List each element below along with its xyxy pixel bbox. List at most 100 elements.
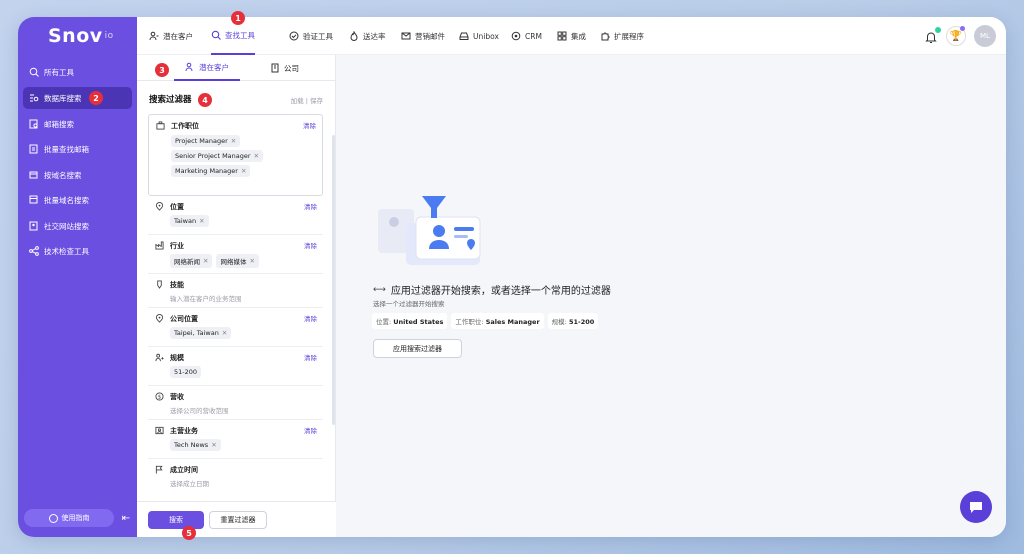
tab-crm[interactable]: CRM [511, 17, 542, 55]
remove-chip-icon[interactable]: ✕ [222, 329, 227, 337]
tab-integrations[interactable]: 集成 [557, 17, 586, 55]
filter-location[interactable]: 位置 清除 Taiwan ✕ [148, 196, 323, 235]
clear-button[interactable]: 清除 [304, 240, 317, 250]
top-right-tools: 🏆 ML [924, 25, 996, 47]
clear-button[interactable]: 清除 [304, 352, 317, 362]
pencil-icon [155, 280, 164, 289]
trophy-icon[interactable]: 🏆 [946, 26, 966, 46]
tab-unibox[interactable]: Unibox [459, 17, 499, 55]
sidebar-item-domain-search[interactable]: 按域名搜索 [23, 164, 132, 186]
remove-chip-icon[interactable]: ✕ [231, 137, 236, 145]
filter-revenue[interactable]: $ 营收 选择公司的营收范围 [148, 386, 323, 420]
example-filter-chip[interactable]: 工作职位: Sales Manager [451, 313, 544, 329]
filter-chip: Tech News ✕ [170, 439, 221, 451]
remove-chip-icon[interactable]: ✕ [241, 167, 246, 175]
filter-actions: 搜索 重置过滤器 [137, 501, 336, 537]
domain-search-icon [29, 170, 39, 180]
sidebar-item-tech-checker[interactable]: 技术检查工具 [23, 240, 132, 262]
sidebar-item-label: 技术检查工具 [44, 246, 89, 256]
annotation-badge-3: 3 [155, 63, 169, 77]
filter-title: 行业 [170, 242, 184, 250]
clear-button[interactable]: 清除 [304, 201, 317, 211]
collapse-left-icon[interactable]: ⇤ [120, 510, 132, 526]
chip-label: Taipei, Taiwan [174, 329, 219, 337]
empty-state-subtitle: 选择一个过滤器开始搜索 [373, 300, 445, 308]
annotation-badge-1: 1 [231, 11, 245, 25]
tab-leads[interactable]: 潜在客户 [149, 17, 193, 55]
example-value: Sales Manager [485, 318, 540, 326]
subtab-label: 潜在客户 [199, 62, 229, 72]
sidebar-item-email-search[interactable]: 邮箱搜索 [23, 113, 132, 135]
database-search-icon [29, 93, 39, 103]
example-filter-chip[interactable]: 规模: 51-200 [547, 313, 599, 329]
sidebar-item-label: 批量域名搜索 [44, 195, 89, 205]
grid-icon [557, 31, 567, 41]
filter-presets: 加载 | 保存 [291, 95, 323, 105]
remove-chip-icon[interactable]: ✕ [211, 441, 216, 449]
filter-industry[interactable]: 行业 清除 网络新闻 ✕ 网络媒体 ✕ [148, 235, 323, 274]
sidebar-item-bulk-email[interactable]: 批量查找邮箱 [23, 138, 132, 160]
apply-search-filters-button[interactable]: 应用搜索过滤器 [373, 339, 462, 358]
filter-title: 营收 [170, 393, 184, 401]
location-pin-icon [155, 314, 164, 323]
lifebuoy-icon [48, 513, 58, 523]
chat-support-button[interactable] [960, 491, 992, 523]
bell-icon[interactable] [924, 27, 941, 43]
annotation-badge-4: 4 [198, 93, 212, 107]
filter-title: 位置 [170, 203, 184, 211]
chip-group: Project Manager ✕ Senior Project Manager ✕… [171, 135, 316, 177]
tab-email-campaigns[interactable]: 营销邮件 [401, 17, 445, 55]
sidebar-item-database-search[interactable]: 数据库搜索 [23, 87, 132, 109]
filter-company-size[interactable]: 规模 清除 51-200 [148, 347, 323, 386]
chip-label: 网络新闻 [174, 258, 200, 266]
sidebar-item-all-tools[interactable]: 所有工具 [23, 61, 132, 83]
filter-chip: Project Manager ✕ [171, 135, 241, 147]
puzzle-icon [601, 32, 610, 41]
tab-verify-tools[interactable]: 验证工具 [289, 17, 333, 55]
tab-deliverability[interactable]: 送达率 [349, 17, 386, 55]
magnifier-tools-icon [29, 67, 39, 77]
remove-chip-icon[interactable]: ✕ [249, 257, 254, 265]
subtab-label: 公司 [284, 63, 299, 73]
save-filters-link[interactable]: 保存 [310, 97, 323, 105]
chip-group: Taipei, Taiwan ✕ [170, 327, 317, 339]
remove-chip-icon[interactable]: ✕ [254, 152, 259, 160]
filters-title: 搜索过滤器 [149, 95, 192, 105]
crm-icon [511, 31, 521, 41]
remove-chip-icon[interactable]: ✕ [203, 257, 208, 265]
clear-button[interactable]: 清除 [304, 313, 317, 323]
team-size-icon [155, 353, 164, 362]
filter-scrollbar[interactable] [332, 135, 335, 425]
building-icon [271, 63, 279, 73]
users-icon [149, 31, 159, 41]
briefcase-icon [156, 121, 165, 130]
users-icon [185, 62, 193, 72]
example-filters: 位置: United States 工作职位: Sales Manager 规模… [372, 313, 599, 329]
filter-company-location[interactable]: 公司位置 清除 Taipei, Taiwan ✕ [148, 308, 323, 347]
sidebar-item-social-search[interactable]: 社交网站搜索 [23, 215, 132, 237]
tab-extensions[interactable]: 扩展程序 [600, 17, 644, 55]
reset-filters-button[interactable]: 重置过滤器 [209, 511, 267, 529]
email-search-icon [29, 119, 39, 129]
search-button[interactable]: 搜索 [148, 511, 204, 529]
sidebar-item-bulk-domain[interactable]: 批量域名搜索 [23, 189, 132, 211]
svg-text:$: $ [158, 394, 161, 400]
filter-founded-date[interactable]: 成立时间 选择成立日期 [148, 459, 323, 493]
remove-chip-icon[interactable]: ✕ [199, 217, 204, 225]
avatar[interactable]: ML [974, 25, 996, 47]
load-filters-link[interactable]: 加载 [291, 97, 304, 105]
subtab-company[interactable]: 公司 [270, 55, 299, 81]
filter-main-business[interactable]: 主营业务 清除 Tech News ✕ [148, 420, 323, 459]
chip-label: 网络媒体 [220, 258, 247, 266]
filter-skills[interactable]: 技能 输入潜在客户的业务范围 [148, 274, 323, 308]
user-guide-button[interactable]: 使用指南 [24, 509, 114, 527]
check-circle-icon [289, 31, 299, 41]
filter-job-title[interactable]: 工作职位 清除 Project Manager ✕ Senior Project … [148, 114, 323, 196]
filter-chip: Senior Project Manager ✕ [171, 150, 264, 162]
brand-logo[interactable]: Snov io [18, 17, 137, 55]
id-card-icon [155, 426, 164, 435]
clear-button[interactable]: 清除 [303, 120, 316, 130]
example-filter-chip[interactable]: 位置: United States [372, 313, 448, 329]
subtab-leads[interactable]: 潜在客户 [174, 55, 240, 81]
clear-button[interactable]: 清除 [304, 425, 317, 435]
